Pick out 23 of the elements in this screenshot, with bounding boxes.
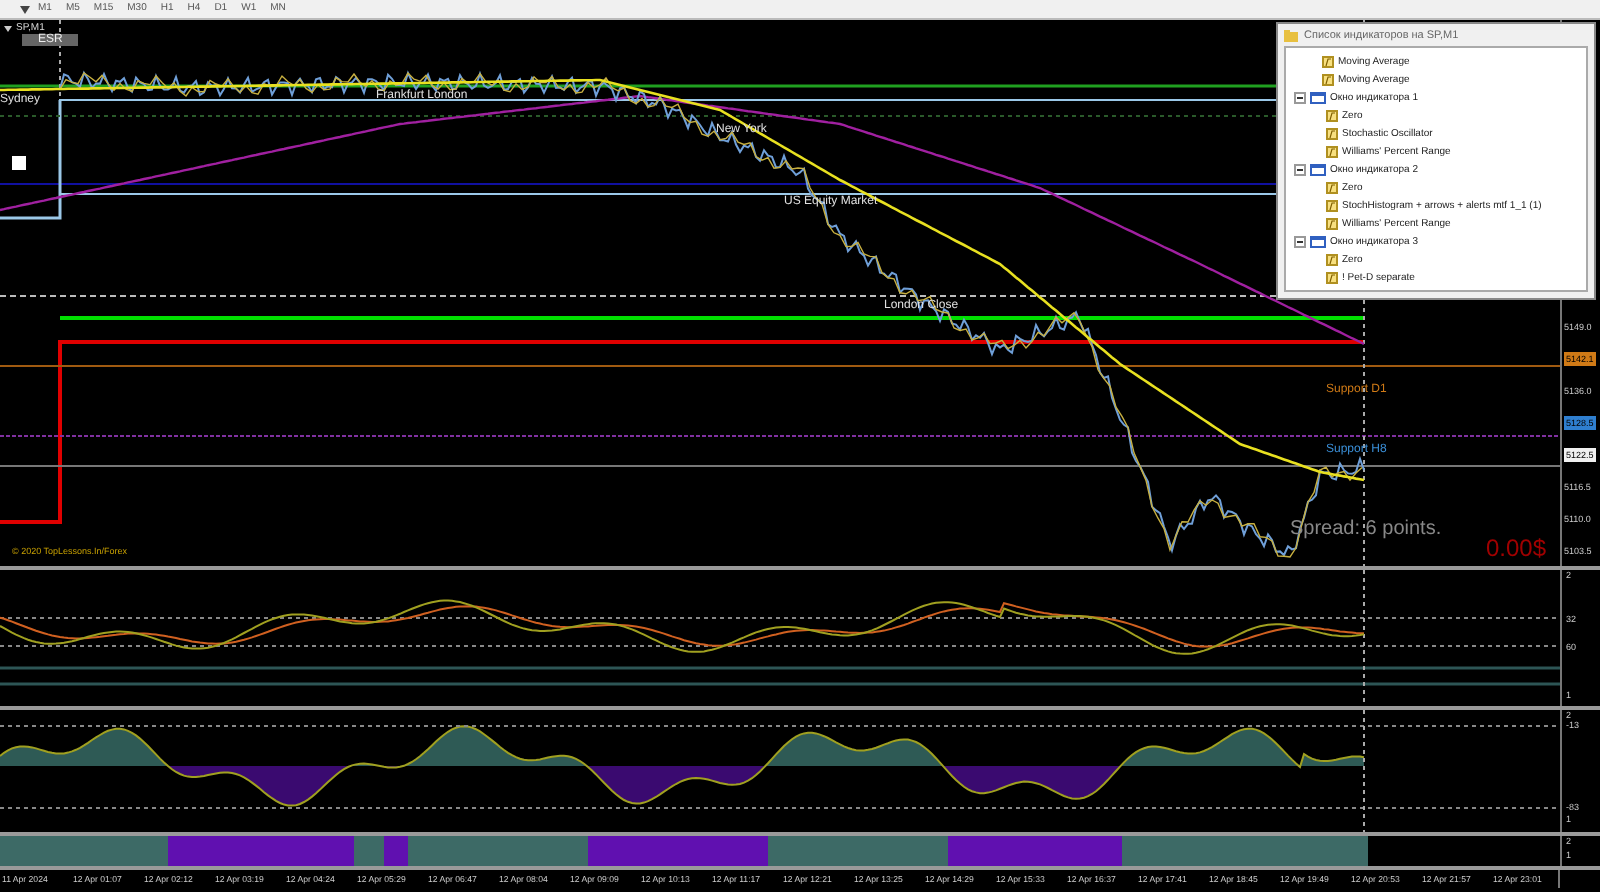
- square-icon: [12, 156, 26, 170]
- window-icon: [1310, 235, 1326, 247]
- window-icon: [1310, 91, 1326, 103]
- collapse-icon[interactable]: [1294, 235, 1306, 247]
- indicator-icon: [1326, 217, 1338, 229]
- indicator-icon: [1326, 109, 1338, 121]
- cursor-line: [59, 20, 61, 101]
- caret-icon: [4, 25, 12, 31]
- collapse-icon[interactable]: [1294, 163, 1306, 175]
- indicator-icon: [1326, 271, 1338, 283]
- profit-value: 0.00$: [1486, 534, 1547, 562]
- dropdown-arrow-icon[interactable]: [20, 5, 30, 13]
- indicator-icon: [1326, 199, 1338, 211]
- folder-icon: [1284, 29, 1298, 41]
- collapse-icon[interactable]: [1294, 91, 1306, 103]
- cursor-line: [1363, 710, 1365, 832]
- indicator-icon: [1326, 253, 1338, 265]
- indicator-icon: [1326, 181, 1338, 193]
- indicator-icon: [1326, 145, 1338, 157]
- indicator-icon: [1322, 73, 1334, 85]
- indicator-icon: [1322, 55, 1334, 67]
- indicator-icon: [1326, 127, 1338, 139]
- window-icon: [1310, 163, 1326, 175]
